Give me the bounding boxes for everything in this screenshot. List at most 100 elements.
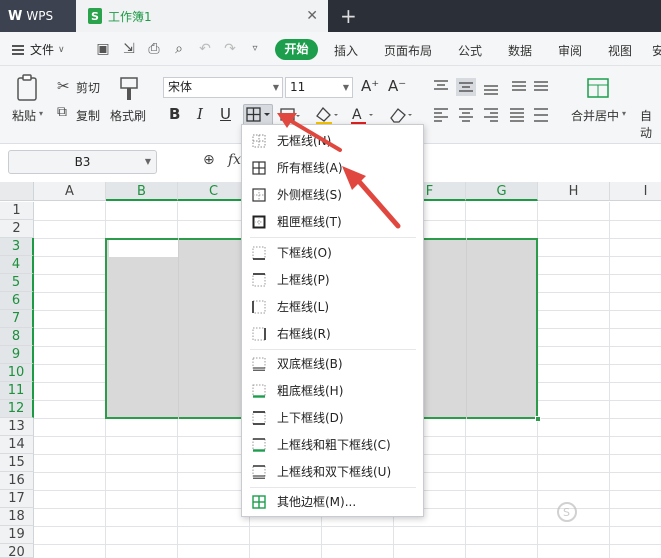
thick-box-border-icon [252,215,266,228]
borders-button[interactable] [243,104,273,126]
row-header-4[interactable]: 4 [0,256,34,274]
app-name: WPS [26,9,54,23]
cell-reference: B3 [74,155,91,169]
menu-item-thick-bottom-border[interactable]: 粗底框线(H) [242,377,423,404]
svg-text:S: S [563,506,570,519]
tab-insert[interactable]: 插入 [334,42,358,59]
zoom-icon[interactable]: ⊕ [203,152,215,168]
chevron-down-icon: ▼ [144,157,151,166]
row-header-11[interactable]: 11 [0,382,34,400]
column-header-i[interactable]: I [610,182,661,201]
print-icon[interactable]: ⎙ [145,40,163,58]
row-header-14[interactable]: 14 [0,436,34,454]
row-header-15[interactable]: 15 [0,454,34,472]
row-header-13[interactable]: 13 [0,418,34,436]
eraser-icon[interactable] [386,104,414,126]
paste-dropdown-icon[interactable]: ▾ [39,109,43,118]
menu-item-top-double-bottom-border[interactable]: 上框线和双下框线(U) [242,458,423,485]
customize-dropdown-icon[interactable]: ▿ [246,40,264,58]
name-box[interactable]: B3 ▼ [8,150,157,174]
tab-home[interactable]: 开始 [275,39,318,60]
column-header-g[interactable]: G [466,182,538,201]
menu-item-bottom-border[interactable]: 下框线(O) [242,239,423,266]
font-color-icon[interactable]: A [349,104,375,126]
tab-security[interactable]: 安 [652,42,661,59]
active-cell[interactable] [109,240,179,257]
more-borders-icon [252,494,266,509]
menu-item-top-bottom-border[interactable]: 上下框线(D) [242,404,423,431]
column-header-h[interactable]: H [538,182,610,201]
menu-item-left-border[interactable]: 左框线(L) [242,293,423,320]
fill-color-icon[interactable] [313,104,339,126]
menu-item-more-borders[interactable]: 其他边框(M)... [242,488,423,515]
row-header-17[interactable]: 17 [0,490,34,508]
redo-icon[interactable]: ↷ [221,40,239,58]
font-size-select[interactable]: 11 ▼ [285,77,353,98]
select-all-corner[interactable] [0,182,34,201]
menu-item-top-border[interactable]: 上框线(P) [242,266,423,293]
chevron-down-icon[interactable]: ▾ [622,109,626,118]
row-header-16[interactable]: 16 [0,472,34,490]
menu-item-double-bottom-border[interactable]: 双底框线(B) [242,350,423,377]
shrink-font-button[interactable]: A⁻ [388,77,406,95]
copy-button[interactable]: 复制 [76,107,100,124]
row-header-19[interactable]: 19 [0,526,34,544]
merge-cells-icon [586,76,610,100]
tab-data[interactable]: 数据 [508,42,532,59]
row-header-2[interactable]: 2 [0,220,34,238]
menu-item-top-thick-bottom-border[interactable]: 上框线和粗下框线(C) [242,431,423,458]
row-header-7[interactable]: 7 [0,310,34,328]
row-header-9[interactable]: 9 [0,346,34,364]
chevron-down-icon: ∨ [58,44,65,55]
row-header-10[interactable]: 10 [0,364,34,382]
underline-button[interactable]: U [220,105,231,123]
format-painter-button[interactable]: 格式刷 [110,107,146,124]
tab-page-layout[interactable]: 页面布局 [384,42,432,59]
column-header-c[interactable]: C [178,182,250,201]
column-header-b[interactable]: B [106,182,178,201]
close-tab-icon[interactable]: ✕ [306,8,318,24]
new-tab-button[interactable]: + [340,4,357,28]
row-header-8[interactable]: 8 [0,328,34,346]
print-preview-icon[interactable]: ⌕ [170,40,188,58]
undo-icon[interactable]: ↶ [196,40,214,58]
bold-button[interactable]: B [169,105,180,123]
grow-font-button[interactable]: A⁺ [361,77,379,95]
tab-formulas[interactable]: 公式 [458,42,482,59]
italic-button[interactable]: I [197,105,203,123]
top-border-icon [252,272,266,286]
file-menu[interactable]: 文件 ∨ [12,41,65,58]
menu-item-right-border[interactable]: 右框线(R) [242,320,423,347]
tab-view[interactable]: 视图 [608,42,632,59]
scissors-icon: ✂ [57,77,70,95]
tab-review[interactable]: 审阅 [558,42,582,59]
title-bar: W WPS S 工作簿1 ✕ + [0,0,661,32]
menu-item-all-borders[interactable]: 所有框线(A) [242,154,423,181]
menu-item-outside-borders[interactable]: 外侧框线(S) [242,181,423,208]
row-header-18[interactable]: 18 [0,508,34,526]
font-family-select[interactable]: 宋体 ▼ [163,77,283,98]
row-header-6[interactable]: 6 [0,292,34,310]
export-icon[interactable]: ⇲ [120,40,138,58]
top-double-bottom-border-icon [252,464,266,479]
insert-function-button[interactable]: fx [228,152,241,168]
menu-item-label: 上框线和双下框线(U) [277,465,392,479]
merge-center-button[interactable]: 合并居中 [571,107,619,124]
cut-button[interactable]: 剪切 [76,79,100,96]
save-icon[interactable]: ▣ [94,40,112,58]
row-header-5[interactable]: 5 [0,274,34,292]
wrap-text-button[interactable]: 自动 [640,107,661,141]
row-header-12[interactable]: 12 [0,400,34,418]
wps-app-tab[interactable]: W WPS [0,0,76,32]
menu-item-thick-box-border[interactable]: 粗匣框线(T) [242,208,423,235]
fill-handle[interactable] [535,416,541,422]
row-header-1[interactable]: 1 [0,202,34,220]
no-border-icon [252,134,266,147]
cell-style-icon[interactable] [279,106,301,126]
row-header-3[interactable]: 3 [0,238,34,256]
row-header-20[interactable]: 20 [0,544,34,558]
document-tab[interactable]: S 工作簿1 ✕ [76,0,328,32]
menu-item-no-border[interactable]: 无框线(N) [242,127,423,154]
paste-button[interactable] [14,74,40,102]
column-header-a[interactable]: A [34,182,106,201]
